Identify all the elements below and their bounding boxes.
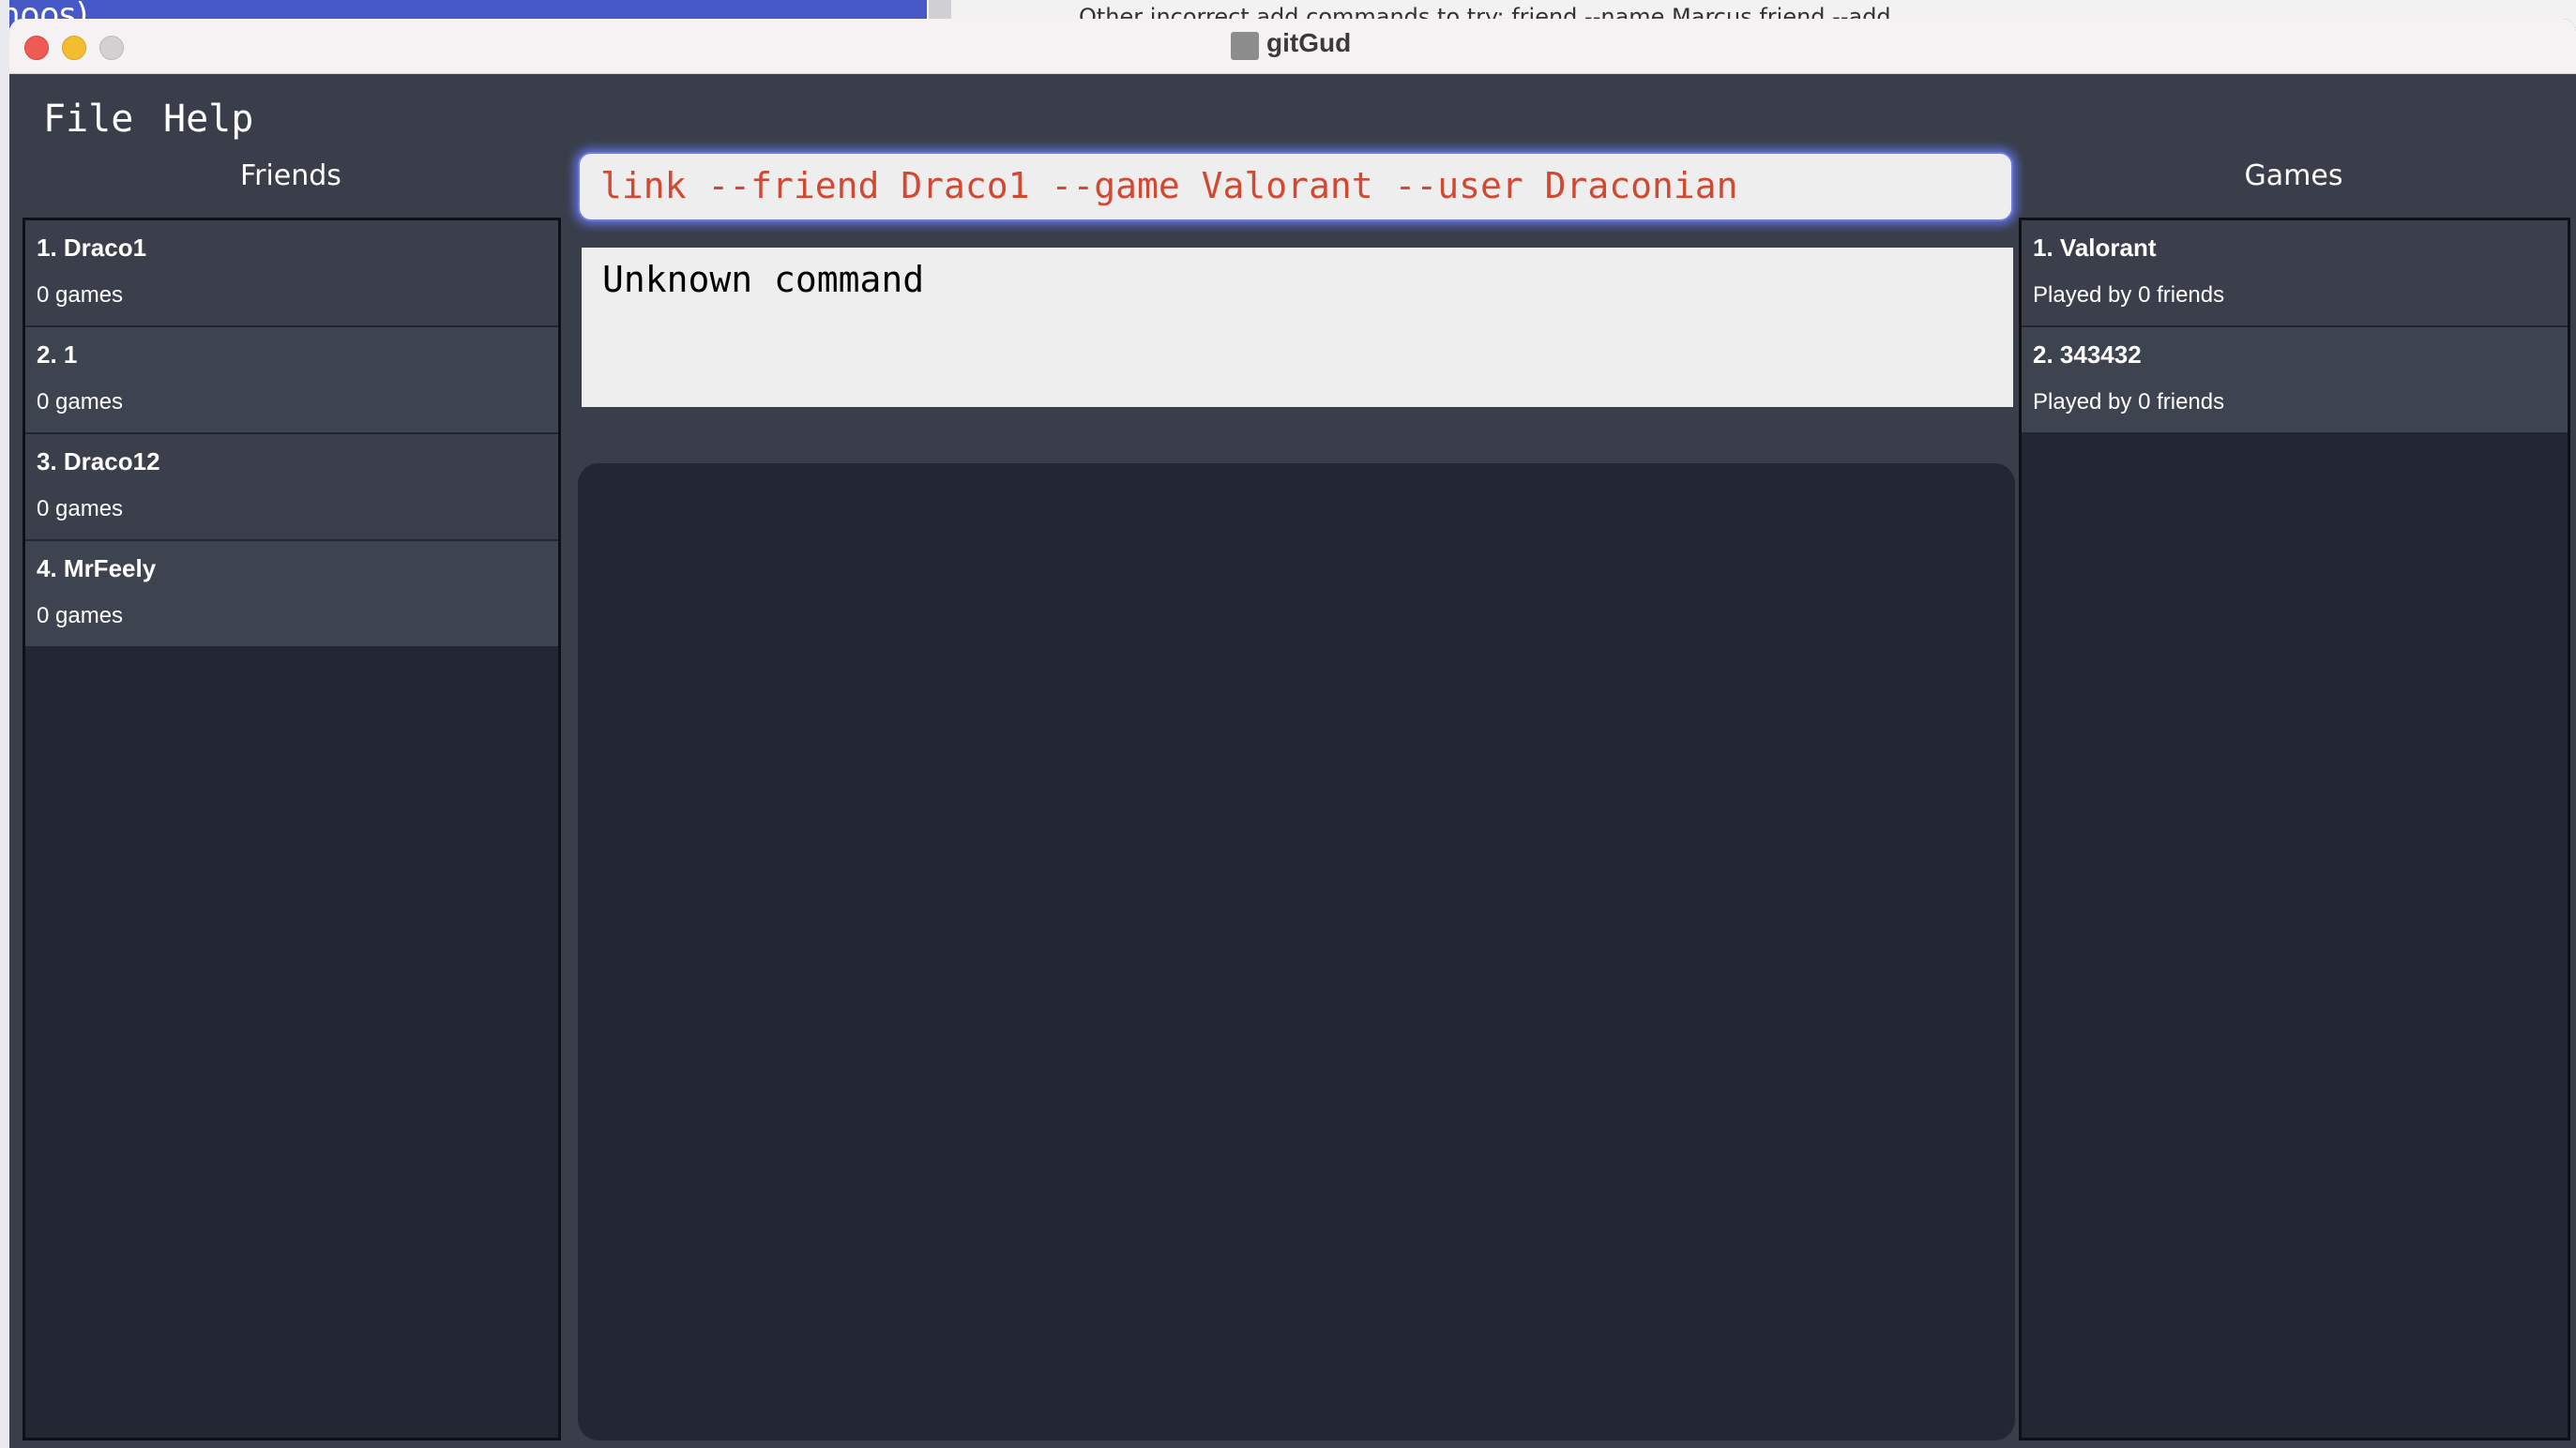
friends-list[interactable]: 1. Draco1 0 games 2. 1 0 games 3. Draco1… — [23, 218, 561, 1440]
background-left-edge — [0, 0, 9, 1448]
menu-file[interactable]: File — [43, 98, 133, 141]
close-button[interactable] — [24, 36, 49, 60]
app-icon — [1231, 32, 1259, 60]
friend-list-item[interactable]: 4. MrFeely 0 games — [25, 541, 558, 648]
menu-help[interactable]: Help — [163, 98, 253, 141]
games-panel-title: Games — [2244, 159, 2343, 192]
game-name: 2. 343432 — [2033, 340, 2142, 369]
friend-name: 1. Draco1 — [37, 234, 147, 262]
result-text: Unknown command — [602, 259, 925, 300]
friend-name: 4. MrFeely — [37, 554, 157, 582]
games-list[interactable]: 1. Valorant Played by 0 friends 2. 34343… — [2019, 218, 2570, 1440]
friend-list-item[interactable]: 2. 1 0 games — [25, 327, 558, 434]
window-title: gitGud — [1266, 28, 1352, 57]
friend-games-count: 0 games — [37, 496, 124, 521]
title-bar[interactable]: gitGud — [9, 19, 2576, 74]
detail-panel — [578, 463, 2015, 1440]
app-window: gitGud File Help Friends 1. Draco1 0 gam… — [9, 19, 2576, 1448]
friend-name: 3. Draco12 — [37, 447, 160, 475]
friend-name: 2. 1 — [37, 340, 78, 369]
minimize-button[interactable] — [62, 36, 86, 60]
game-list-item[interactable]: 2. 343432 Played by 0 friends — [2022, 327, 2568, 434]
friend-list-item[interactable]: 3. Draco12 0 games — [25, 434, 558, 541]
result-display: Unknown command — [582, 248, 2013, 407]
friend-games-count: 0 games — [37, 282, 124, 308]
menu-bar: File Help — [9, 73, 2576, 158]
command-input-text[interactable]: link --friend Draco1 --game Valorant --u… — [600, 165, 1738, 206]
friend-list-item[interactable]: 1. Draco1 0 games — [25, 220, 558, 327]
friend-games-count: 0 games — [37, 389, 124, 415]
friend-games-count: 0 games — [37, 603, 124, 628]
game-name: 1. Valorant — [2033, 234, 2157, 262]
game-played-by: Played by 0 friends — [2033, 389, 2225, 415]
command-input[interactable]: link --friend Draco1 --game Valorant --u… — [578, 152, 2013, 221]
maximize-button[interactable] — [99, 36, 124, 60]
friends-panel-title: Friends — [240, 159, 341, 192]
game-played-by: Played by 0 friends — [2033, 282, 2225, 308]
game-list-item[interactable]: 1. Valorant Played by 0 friends — [2022, 220, 2568, 327]
